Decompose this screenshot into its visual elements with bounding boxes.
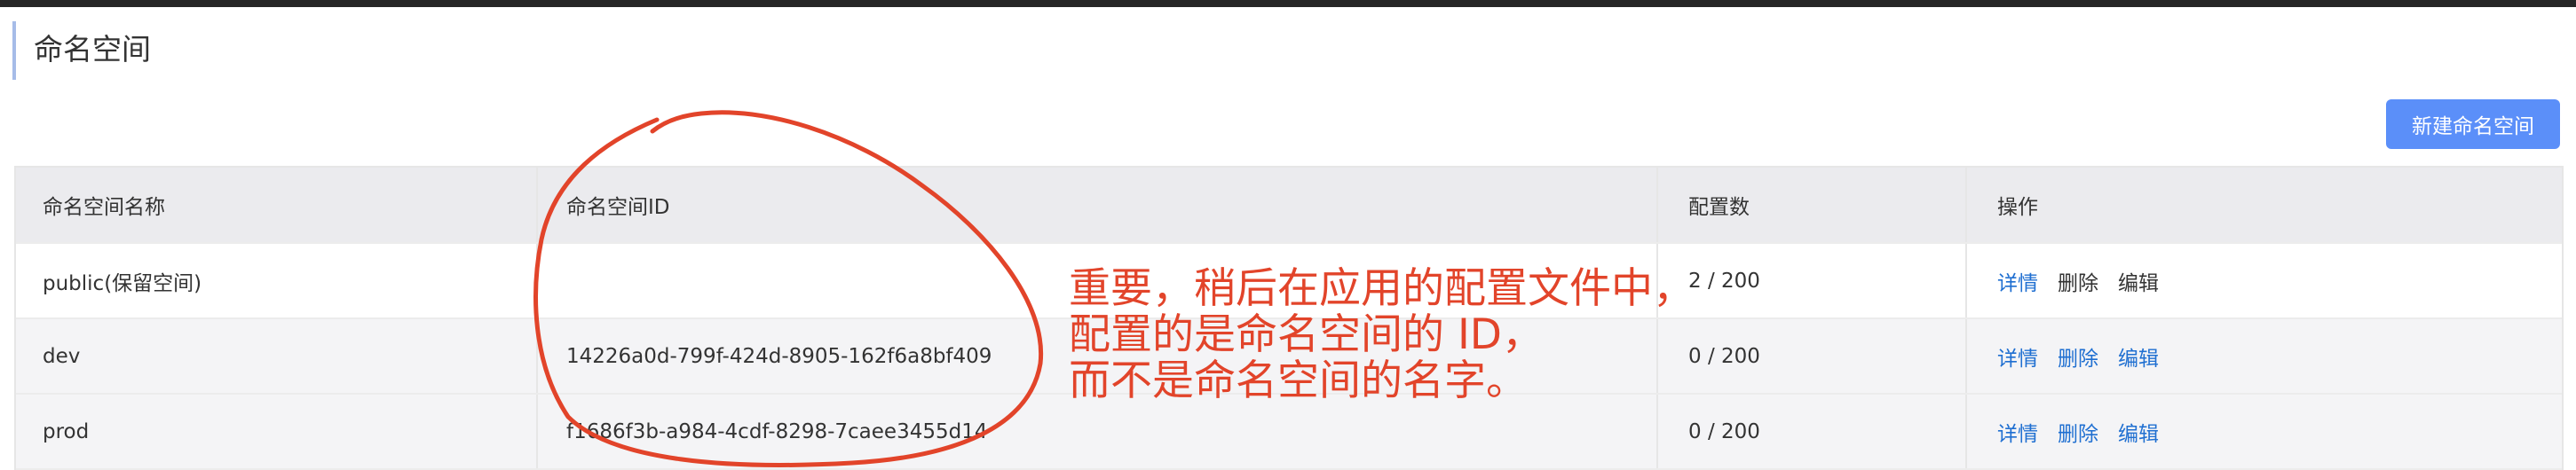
namespace-name: dev <box>16 319 538 393</box>
namespace-id: f1686f3b-a984-4cdf-8298-7caee3455d14 <box>538 395 1658 468</box>
annotation-line: 配置的是命名空间的 ID， <box>1069 310 1544 359</box>
config-count: 0 / 200 <box>1658 395 1967 468</box>
table-row: prod f1686f3b-a984-4cdf-8298-7caee3455d1… <box>16 395 2562 470</box>
detail-link[interactable]: 详情 <box>1997 417 2038 447</box>
annotation-line: 而不是命名空间的名字。 <box>1069 356 1528 405</box>
row-actions: 详情 删除 编辑 <box>1967 244 2558 317</box>
new-namespace-button[interactable]: 新建命名空间 <box>2386 99 2560 149</box>
delete-link[interactable]: 删除 <box>2058 417 2098 447</box>
top-bar <box>0 0 2576 7</box>
detail-link[interactable]: 详情 <box>1997 341 2038 372</box>
edit-link[interactable]: 编辑 <box>2118 341 2159 372</box>
table-header-row: 命名空间名称 命名空间ID 配置数 操作 <box>16 168 2562 244</box>
header-namespace-name: 命名空间名称 <box>16 168 538 242</box>
delete-link[interactable]: 删除 <box>2058 266 2098 296</box>
edit-link[interactable]: 编辑 <box>2118 417 2159 447</box>
header-actions: 操作 <box>1997 196 2038 219</box>
page-title-bar: 命名空间 <box>12 21 151 80</box>
page-title: 命名空间 <box>34 32 151 67</box>
row-actions: 详情 删除 编辑 <box>1967 319 2558 393</box>
edit-link[interactable]: 编辑 <box>2118 266 2159 296</box>
namespace-name: prod <box>16 395 538 468</box>
delete-link[interactable]: 删除 <box>2058 341 2098 372</box>
namespace-name: public(保留空间) <box>16 244 538 317</box>
row-actions: 详情 删除 编辑 <box>1967 395 2558 468</box>
detail-link[interactable]: 详情 <box>1997 266 2038 296</box>
header-config-count: 配置数 <box>1658 168 1967 242</box>
header-namespace-id: 命名空间ID <box>538 168 1658 242</box>
annotation-note: 重要，稍后在应用的配置文件中， 配置的是命名空间的 ID， 而不是命名空间的名字… <box>1069 266 1743 404</box>
annotation-line: 重要，稍后在应用的配置文件中， <box>1069 264 1695 313</box>
